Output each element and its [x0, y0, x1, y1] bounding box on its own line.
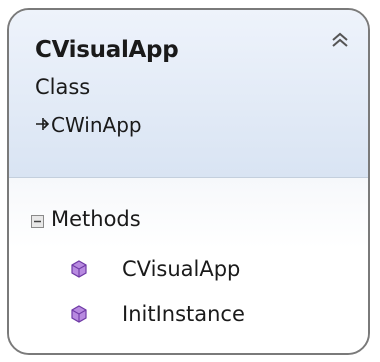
class-name[interactable]: CVisualApp — [35, 37, 179, 63]
collapse-box-icon[interactable] — [31, 213, 44, 228]
methods-section-label: Methods — [51, 207, 141, 231]
class-header: CVisualApp Class CWinApp — [9, 10, 368, 177]
method-name: InitInstance — [122, 302, 245, 326]
class-kind: Class — [35, 75, 91, 99]
methods-section-header[interactable]: Methods — [31, 207, 141, 231]
double-chevron-up-icon[interactable] — [326, 26, 354, 54]
method-item-initinstance[interactable]: InitInstance — [70, 302, 245, 326]
method-item-cvisualapp[interactable]: CVisualApp — [70, 257, 240, 281]
class-shape[interactable]: CVisualApp Class CWinApp Methods CVisual… — [7, 8, 370, 355]
class-body: Methods CVisualApp InitInstance — [9, 178, 368, 353]
method-icon — [70, 260, 88, 278]
method-name: CVisualApp — [122, 257, 241, 281]
inheritance-arrow-icon — [35, 113, 50, 137]
method-icon — [70, 305, 88, 323]
base-class: CWinApp — [35, 113, 142, 137]
base-class-name: CWinApp — [51, 113, 142, 137]
